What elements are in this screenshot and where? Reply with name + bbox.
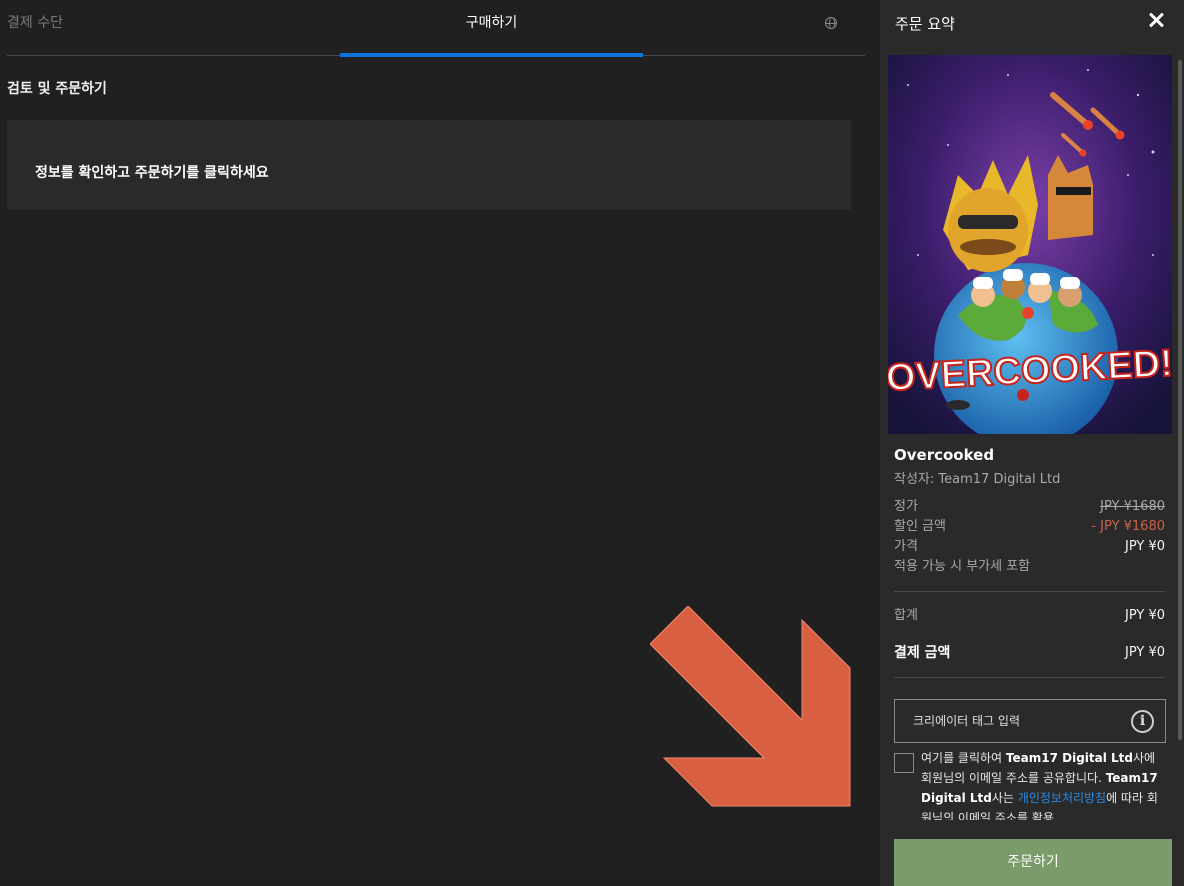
divider: [894, 677, 1165, 678]
list-price-value: JPY ¥1680: [1100, 499, 1165, 514]
checkout-tabs: 결제 수단 구매하기: [7, 0, 865, 57]
info-icon[interactable]: i: [1131, 710, 1154, 733]
discount-value: - JPY ¥1680: [1091, 519, 1165, 534]
tab-purchase[interactable]: 구매하기: [340, 0, 643, 57]
review-info-box: 정보를 확인하고 주문하기를 클릭하세요: [7, 120, 851, 210]
review-instructions: 정보를 확인하고 주문하기를 클릭하세요: [35, 165, 269, 181]
payment-amount-row: 결제 금액 JPY ¥0: [894, 643, 1165, 664]
privacy-policy-link[interactable]: 개인정보처리방침: [1018, 791, 1106, 805]
creator-tag-input[interactable]: [895, 700, 1125, 742]
game-title: Overcooked: [894, 446, 995, 464]
payment-amount-label: 결제 금액: [894, 645, 951, 661]
total-label: 합계: [894, 608, 918, 623]
close-icon[interactable]: [1146, 10, 1166, 30]
scrollbar[interactable]: [1178, 60, 1182, 740]
tab-purchase-label: 구매하기: [465, 15, 518, 31]
creator-tag-field: i: [894, 699, 1166, 743]
publisher-line: 작성자: Team17 Digital Ltd: [894, 468, 1060, 487]
order-summary-panel: 주문 요약 OVERCOOKED! Overcooked 작성자: Team17…: [880, 0, 1184, 886]
discount-row: 할인 금액 - JPY ¥1680: [894, 517, 1165, 537]
game-cover-image: OVERCOOKED!: [888, 55, 1172, 434]
email-share-consent: 여기를 클릭하여 Team17 Digital Ltd사에 회원님의 이메일 주…: [894, 748, 1166, 820]
arrow-annotation-icon: [650, 606, 851, 807]
total-value: JPY ¥0: [1124, 608, 1165, 623]
consent-text-part: 여기를 클릭하여: [921, 751, 1006, 765]
payment-amount-value: JPY ¥0: [1124, 645, 1165, 660]
checkout-main-panel: 결제 수단 구매하기 검토 및 주문하기 정보를 확인하고 주문하기를 클릭하세…: [0, 0, 880, 886]
publisher-name: Team17 Digital Ltd: [938, 472, 1061, 487]
globe-icon[interactable]: [825, 17, 837, 29]
email-share-checkbox[interactable]: [894, 753, 914, 773]
price-label: 가격: [894, 539, 918, 554]
consent-company-name: Team17 Digital Ltd: [1005, 751, 1134, 765]
vat-note: 적용 가능 시 부가세 포함: [894, 559, 1031, 574]
checkout-window: 결제 수단 구매하기 검토 및 주문하기 정보를 확인하고 주문하기를 클릭하세…: [0, 0, 1184, 886]
price-row: 가격 JPY ¥0: [894, 537, 1165, 557]
tab-payment-method[interactable]: 결제 수단: [7, 0, 63, 56]
divider: [894, 591, 1165, 592]
publisher-label: 작성자:: [894, 472, 935, 487]
place-order-button[interactable]: 주문하기: [894, 839, 1172, 886]
list-price-label: 정가: [894, 499, 918, 514]
order-summary-title: 주문 요약: [895, 15, 955, 33]
total-row: 합계 JPY ¥0: [894, 606, 1165, 626]
list-price-row: 정가 JPY ¥1680: [894, 497, 1165, 517]
discount-label: 할인 금액: [894, 519, 946, 534]
consent-text: 여기를 클릭하여 Team17 Digital Ltd사에 회원님의 이메일 주…: [921, 748, 1166, 820]
price-value: JPY ¥0: [1124, 539, 1165, 554]
vat-note-row: 적용 가능 시 부가세 포함: [894, 557, 1165, 577]
page-title: 검토 및 주문하기: [7, 81, 107, 97]
consent-text-part: 사는: [991, 791, 1018, 805]
active-tab-indicator: [340, 53, 643, 57]
